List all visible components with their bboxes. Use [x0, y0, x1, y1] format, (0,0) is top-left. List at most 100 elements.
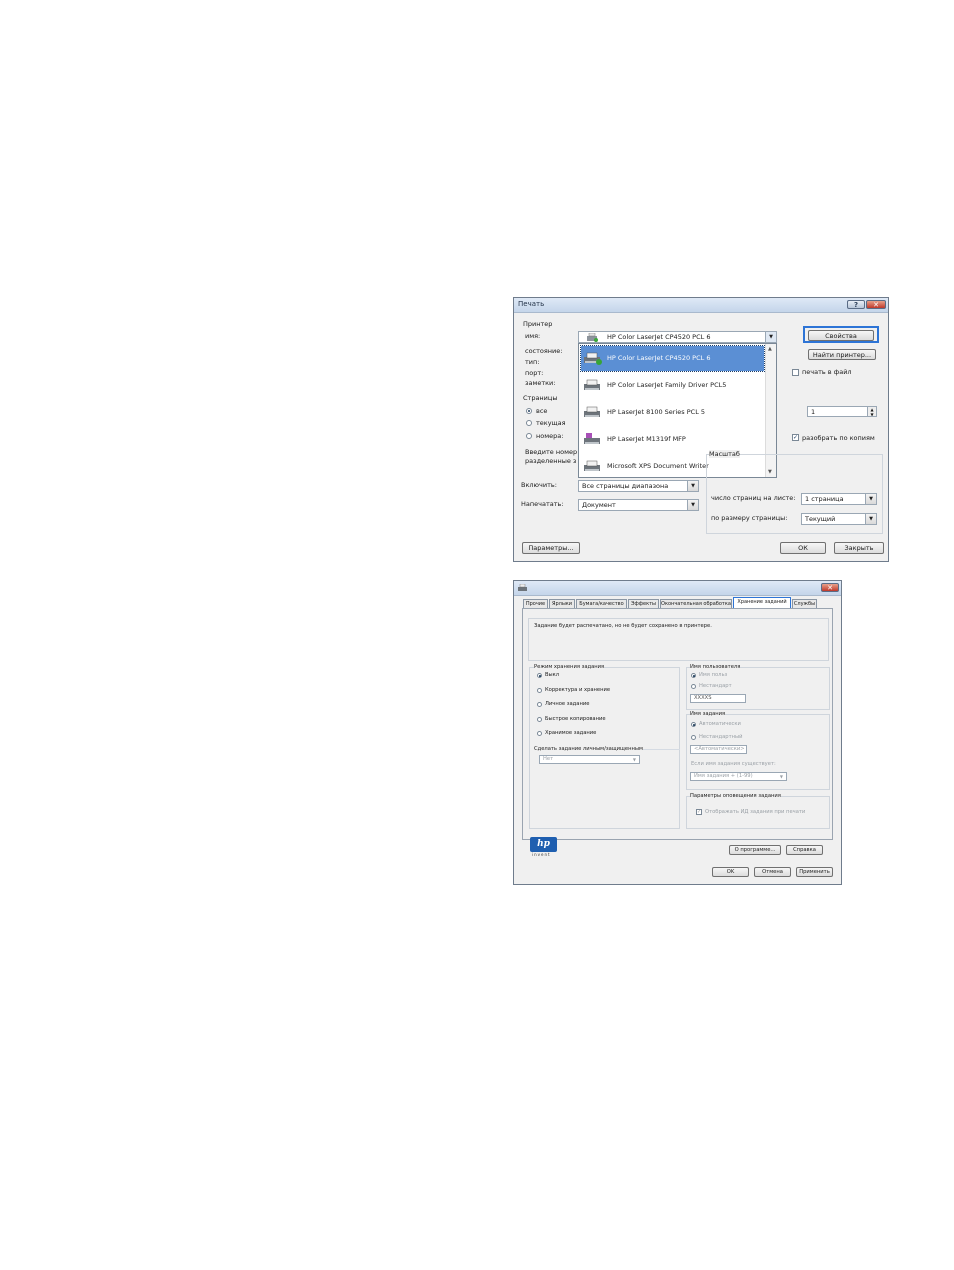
storage-stored-radio[interactable]: [537, 731, 542, 736]
tab-shortcuts[interactable]: Ярлыки: [549, 599, 575, 608]
print-dialog-titlebar[interactable]: Печать ? ✕: [514, 298, 888, 313]
fax-printer-icon: [584, 433, 600, 444]
list-item[interactable]: HP LaserJet M1319f MFP: [581, 427, 764, 452]
pages-group-label: Страницы: [523, 394, 558, 402]
printer-select[interactable]: HP Color LaserJet CP4520 PCL 6 ▼: [578, 331, 777, 343]
printer-port-label: порт:: [525, 369, 544, 377]
close-icon[interactable]: ✕: [821, 583, 839, 592]
include-select[interactable]: Все страницы диапазона ▼: [578, 480, 699, 492]
storage-mode-label: Выкл: [545, 672, 560, 678]
chevron-down-icon[interactable]: ▼: [687, 481, 698, 491]
print-dialog: Печать ? ✕ Принтер имя: состояние: тип: …: [513, 297, 889, 562]
collate-label: разобрать по копиям: [802, 434, 875, 442]
options-button[interactable]: Параметры...: [522, 542, 580, 554]
printer-group-label: Принтер: [523, 320, 553, 328]
pages-all-label: все: [536, 407, 548, 415]
help-button[interactable]: Справка: [786, 845, 823, 855]
storage-mode-label: Личное задание: [545, 701, 590, 707]
printer-name: HP Color LaserJet Family Driver PCL5: [607, 381, 727, 389]
printer-properties-dialog: ✕ Прочие Ярлыки Бумага/качество Эффекты …: [513, 580, 842, 885]
chevron-down-icon[interactable]: ▼: [633, 756, 636, 763]
storage-private-radio[interactable]: [537, 702, 542, 707]
print-to-file-label: печать в файл: [802, 368, 852, 376]
job-name-group-label: Имя задания: [690, 711, 726, 717]
print-what-value: Документ: [582, 501, 616, 509]
pages-all-radio[interactable]: [526, 408, 532, 414]
notify-group-label: Параметры оповещения задания: [690, 793, 781, 799]
copies-spinner[interactable]: 1 ▲ ▼: [807, 406, 877, 417]
job-name-custom-radio[interactable]: [691, 735, 696, 740]
tab-other[interactable]: Прочие: [523, 599, 548, 608]
printer-icon: [587, 333, 598, 342]
cancel-button[interactable]: Отмена: [754, 867, 791, 877]
include-label: Включить:: [521, 481, 557, 489]
printer-icon: [584, 379, 600, 390]
list-item[interactable]: HP Color LaserJet Family Driver PCL5: [581, 373, 764, 398]
find-printer-button[interactable]: Найти принтер...: [808, 349, 876, 360]
print-what-label: Напечатать:: [521, 500, 564, 508]
printer-name: HP LaserJet M1319f MFP: [607, 435, 686, 443]
pages-current-label: текущая: [536, 419, 566, 427]
printer-select-value: HP Color LaserJet CP4520 PCL 6: [607, 333, 711, 341]
printer-name: Microsoft XPS Document Writer: [607, 462, 709, 470]
help-icon[interactable]: ?: [847, 300, 865, 309]
tab-paper-quality[interactable]: Бумага/качество: [576, 599, 627, 608]
printer-icon: [584, 352, 602, 365]
storage-mode-label: Быстрое копирование: [545, 716, 606, 722]
collate-checkbox[interactable]: ✓: [792, 434, 799, 441]
about-button[interactable]: О программе...: [729, 845, 781, 855]
pages-per-sheet-value: 1 страница: [805, 495, 844, 503]
pages-current-radio[interactable]: [526, 420, 532, 426]
properties-button[interactable]: Свойства: [808, 330, 874, 341]
spinner-arrows-icon[interactable]: ▲ ▼: [867, 407, 876, 416]
chevron-down-icon[interactable]: ▼: [765, 332, 776, 342]
scroll-up-icon[interactable]: ▲: [768, 346, 772, 352]
list-item[interactable]: HP Color LaserJet CP4520 PCL 6: [580, 345, 765, 372]
user-name-custom-radio[interactable]: [691, 684, 696, 689]
user-name-input[interactable]: XXXXS: [690, 694, 746, 703]
ok-button[interactable]: OK: [712, 867, 749, 877]
ok-button[interactable]: ОК: [780, 542, 826, 554]
printer-icon: [584, 406, 600, 417]
printer-name: HP Color LaserJet CP4520 PCL 6: [607, 354, 711, 362]
close-icon[interactable]: ✕: [866, 300, 886, 309]
printer-notes-label: заметки:: [525, 379, 556, 387]
print-dialog-title: Печать: [518, 300, 545, 308]
make-private-group-label: Сделать задание личным/защищенным: [534, 746, 643, 752]
pages-numbers-radio[interactable]: [526, 433, 532, 439]
storage-quickcopy-radio[interactable]: [537, 717, 542, 722]
close-button[interactable]: Закрыть: [834, 542, 884, 554]
job-name-input[interactable]: <Автоматически>: [690, 745, 747, 754]
fit-to-select[interactable]: Текущий ▼: [801, 513, 877, 525]
notify-checkbox[interactable]: ✓: [696, 809, 702, 815]
apply-button[interactable]: Применить: [796, 867, 833, 877]
printer-name: HP LaserJet 8100 Series PCL 5: [607, 408, 706, 416]
storage-proof-radio[interactable]: [537, 688, 542, 693]
hp-logo-tagline: invent: [532, 852, 551, 857]
job-name-custom-label: Нестандартный: [699, 734, 743, 740]
pages-hint-line-1: Введите номер: [525, 448, 578, 456]
tab-effects[interactable]: Эффекты: [628, 599, 659, 608]
storage-off-radio[interactable]: [537, 673, 542, 678]
make-private-value: Нет: [543, 756, 554, 762]
list-item[interactable]: HP LaserJet 8100 Series PCL 5: [581, 400, 764, 425]
print-to-file-checkbox[interactable]: [792, 369, 799, 376]
storage-mode-label: Корректура и хранение: [545, 687, 611, 693]
chevron-down-icon[interactable]: ▼: [780, 773, 783, 780]
chevron-down-icon[interactable]: ▼: [865, 514, 876, 524]
tab-finishing[interactable]: Окончательная обработка: [660, 599, 732, 608]
if-exists-value: Имя задания + (1-99): [694, 773, 753, 779]
chevron-down-icon[interactable]: ▼: [865, 494, 876, 504]
pages-per-sheet-select[interactable]: 1 страница ▼: [801, 493, 877, 505]
chevron-down-icon[interactable]: ▼: [687, 500, 698, 510]
pages-per-sheet-label: число страниц на листе:: [711, 494, 796, 502]
hp-logo: hp invent: [530, 837, 558, 858]
print-what-select[interactable]: Документ ▼: [578, 499, 699, 511]
properties-titlebar[interactable]: ✕: [514, 581, 841, 596]
if-exists-select[interactable]: Имя задания + (1-99) ▼: [690, 772, 787, 781]
make-private-select[interactable]: Нет ▼: [539, 755, 640, 764]
user-name-user-radio[interactable]: [691, 673, 696, 678]
job-name-auto-radio[interactable]: [691, 722, 696, 727]
user-name-user-label: Имя польз: [699, 672, 728, 678]
tab-services[interactable]: Службы: [792, 599, 817, 608]
